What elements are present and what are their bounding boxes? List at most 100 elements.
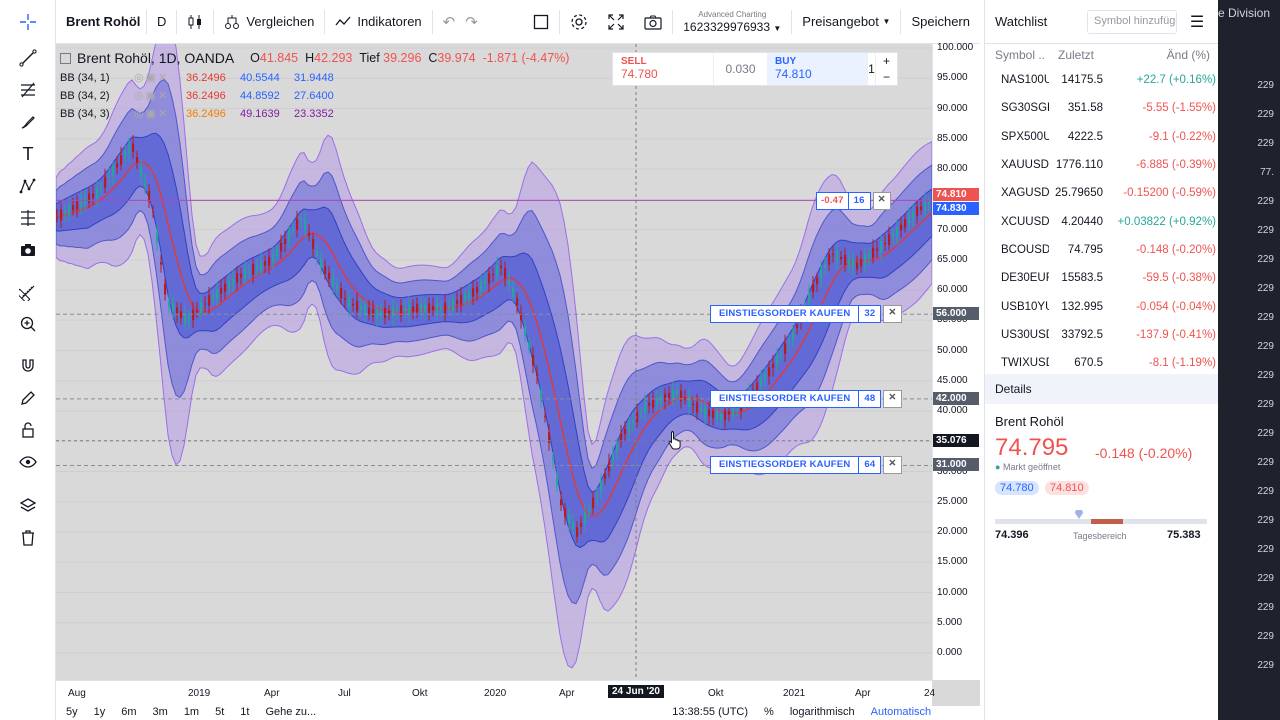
range-3m-button[interactable]: 3m xyxy=(153,706,168,720)
watchlist-row[interactable]: XCUUSD 4.20440 +0.03822 (+0.92%) xyxy=(985,207,1218,235)
price-axis[interactable]: 100.00095.00090.00085.00080.00075.00070.… xyxy=(932,42,980,680)
range-5y-button[interactable]: 5y xyxy=(66,706,78,720)
range-5d-button[interactable]: 5t xyxy=(215,706,224,720)
fullscreen-rect-button[interactable] xyxy=(523,0,559,44)
sell-button[interactable]: SELL 74.780 xyxy=(613,53,713,85)
indicator-legend-bb3[interactable]: BB (34, 3) ◎▣✕ 36.2496 49.1639 23.3352 xyxy=(60,107,334,121)
pattern-icon[interactable] xyxy=(16,174,40,198)
minus-icon[interactable]: − xyxy=(883,69,890,85)
quantity-stepper[interactable]: + − xyxy=(875,53,897,85)
close-icon[interactable]: ✕ xyxy=(872,192,891,210)
lock-icon[interactable] xyxy=(16,418,40,442)
indicator-legend-bb2[interactable]: BB (34, 2) ◎▣✕ 36.2496 44.8592 27.6400 xyxy=(60,89,334,103)
save-button[interactable]: Speichern xyxy=(901,0,980,44)
watchlist-change: -5.55 (-1.55%) xyxy=(1142,102,1216,115)
snapshot-button[interactable] xyxy=(634,0,672,44)
watchlist-row[interactable]: SG30SGD 351.58 -5.55 (-1.55%) xyxy=(985,94,1218,122)
zoom-icon[interactable] xyxy=(16,312,40,336)
quantity-input[interactable]: 1 xyxy=(867,53,875,85)
advanced-charting-button[interactable]: Advanced Charting 1623329976933 ▼ xyxy=(673,0,791,44)
brush-icon[interactable] xyxy=(16,110,40,134)
range-1d-button[interactable]: 1t xyxy=(240,706,249,720)
indicator-legend-bb1[interactable]: BB (34, 1) ◎▣✕ 36.2496 40.5544 31.9448 xyxy=(60,71,334,85)
eye-icon[interactable] xyxy=(16,450,40,474)
candle-body xyxy=(688,396,691,408)
goto-button[interactable]: Gehe zu... xyxy=(265,706,316,720)
candle-body xyxy=(792,330,795,342)
detail-bid-badge[interactable]: 74.780 xyxy=(995,481,1039,495)
chart-style-button[interactable] xyxy=(177,0,213,44)
candle-body xyxy=(496,265,499,277)
fullscreen-button[interactable] xyxy=(598,0,634,44)
menu-icon[interactable]: ☰ xyxy=(1187,12,1207,32)
candle-body xyxy=(524,326,527,336)
watchlist-row[interactable]: USB10YU 132.995 -0.054 (-0.04%) xyxy=(985,292,1218,320)
indicator-controls-icon[interactable]: ◎▣✕ xyxy=(134,107,178,120)
fib-tool-icon[interactable] xyxy=(16,78,40,102)
range-1y-button[interactable]: 1y xyxy=(94,706,106,720)
text-tool-icon[interactable]: T xyxy=(16,142,40,166)
price-type-dropdown[interactable]: Preisangebot ▼ xyxy=(792,0,900,44)
watchlist-row[interactable]: US30USD 33792.5 -137.9 (-0.41%) xyxy=(985,321,1218,349)
layers-icon[interactable] xyxy=(16,494,40,518)
crosshair-icon[interactable] xyxy=(16,10,40,34)
candle-body xyxy=(588,509,591,511)
candle-body xyxy=(468,290,471,299)
watchlist-row[interactable]: NAS100U 14175.5 +22.7 (+0.16%) xyxy=(985,66,1218,94)
entry-order-tag-1[interactable]: EINSTIEGSORDER KAUFEN 32 ✕ xyxy=(710,305,902,323)
range-6m-button[interactable]: 6m xyxy=(121,706,136,720)
detail-ask-badge[interactable]: 74.810 xyxy=(1045,481,1089,495)
interval-button[interactable]: D xyxy=(147,0,176,44)
entry-order-tag-3[interactable]: EINSTIEGSORDER KAUFEN 64 ✕ xyxy=(710,456,902,474)
background-value: 229 xyxy=(1257,544,1274,555)
candle-body xyxy=(844,254,847,266)
range-1m-button[interactable]: 1m xyxy=(184,706,199,720)
trendline-icon[interactable] xyxy=(16,46,40,70)
candle-body xyxy=(928,201,931,203)
close-icon[interactable]: ✕ xyxy=(883,305,902,323)
buy-button[interactable]: BUY 74.810 xyxy=(767,53,867,85)
price-chart[interactable] xyxy=(56,44,980,708)
compare-button[interactable]: Vergleichen xyxy=(214,0,324,44)
trash-icon[interactable] xyxy=(16,526,40,550)
indicator-upper-value: 40.5544 xyxy=(240,71,280,84)
magnet-icon[interactable] xyxy=(16,354,40,378)
auto-button[interactable]: Automatisch xyxy=(871,706,932,720)
chart-pane[interactable]: Brent Rohöl, 1D, OANDA O41.845 H42.293 T… xyxy=(56,44,980,708)
watchlist-row[interactable]: XAGUSD 25.79650 -0.15200 (-0.59%) xyxy=(985,179,1218,207)
undo-button[interactable]: ↶ xyxy=(433,0,466,44)
candle-body xyxy=(412,306,415,312)
indicators-button[interactable]: Indikatoren xyxy=(325,0,431,44)
position-tag[interactable]: -0.47 16 ✕ xyxy=(816,192,891,210)
add-symbol-input[interactable]: Symbol hinzufügen xyxy=(1087,10,1177,34)
prediction-icon[interactable] xyxy=(16,206,40,230)
details-header[interactable]: Details xyxy=(985,374,1219,404)
entry-order-tag-2[interactable]: EINSTIEGSORDER KAUFEN 48 ✕ xyxy=(710,390,902,408)
percent-button[interactable]: % xyxy=(764,706,774,720)
candle-body xyxy=(404,308,407,312)
candle-body xyxy=(456,300,459,304)
position-pnl: -0.47 xyxy=(816,192,849,210)
column-change[interactable]: Änd (%) xyxy=(1109,48,1218,62)
watchlist-row[interactable]: DE30EUR 15583.5 -59.5 (-0.38%) xyxy=(985,264,1218,292)
redo-button[interactable]: ↷ xyxy=(465,0,488,44)
camera-icon[interactable] xyxy=(16,238,40,262)
settings-button[interactable] xyxy=(560,0,598,44)
ruler-icon[interactable] xyxy=(16,280,40,304)
watchlist-row[interactable]: XAUUSD 1776.110 -6.885 (-0.39%) xyxy=(985,151,1218,179)
column-symbol[interactable]: Symbol .. xyxy=(985,48,1049,62)
close-icon[interactable]: ✕ xyxy=(883,456,902,474)
close-icon[interactable]: ✕ xyxy=(883,390,902,408)
column-last[interactable]: Zuletzt xyxy=(1049,48,1109,62)
indicator-controls-icon[interactable]: ◎▣✕ xyxy=(134,71,178,84)
collapse-icon[interactable] xyxy=(60,52,71,64)
watchlist-row[interactable]: BCOUSD 74.795 -0.148 (-0.20%) xyxy=(985,235,1218,265)
pencil-lock-icon[interactable] xyxy=(16,386,40,410)
watchlist-title[interactable]: Watchlist xyxy=(995,14,1047,29)
symbol-search-button[interactable]: Brent Rohöl xyxy=(56,0,146,44)
indicator-controls-icon[interactable]: ◎▣✕ xyxy=(134,89,178,102)
log-button[interactable]: logarithmisch xyxy=(790,706,855,720)
plus-icon[interactable]: + xyxy=(883,53,890,69)
watchlist-row[interactable]: SPX500US 4222.5 -9.1 (-0.22%) xyxy=(985,123,1218,151)
time-axis[interactable]: Aug2019AprJulOkt2020AprJulOkt2021Apr2424… xyxy=(56,680,935,706)
